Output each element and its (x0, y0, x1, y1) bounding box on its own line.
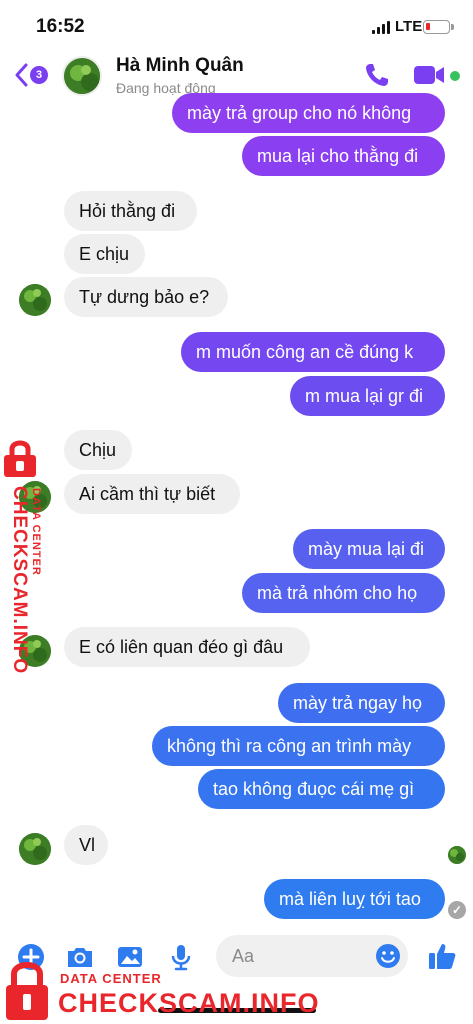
message-bubble-in[interactable]: E chịu (64, 234, 145, 274)
network-type: LTE (395, 18, 423, 35)
message-bubble-out[interactable]: mua lại cho thằng đi (242, 136, 445, 176)
message-bubble-in[interactable]: Ai cầm thì tự biết (64, 474, 240, 514)
message-bubble-out[interactable]: tao không đuọc cái mẹ gì (198, 769, 445, 809)
message-bubble-out[interactable]: không thì ra công an trình mày (152, 726, 445, 766)
message-bubble-in[interactable]: Hỏi thằng đi (64, 191, 197, 231)
message-bubble-in[interactable]: Vl (64, 825, 108, 865)
message-bubble-out[interactable]: m muốn công an cề đúng k (181, 332, 445, 372)
message-bubble-out[interactable]: mày trả group cho nó không (172, 93, 445, 133)
battery-icon (423, 20, 454, 34)
thumbs-up-icon[interactable] (426, 940, 458, 972)
message-bubble-out[interactable]: mà liên luỵ tới tao (264, 879, 445, 919)
message-bubble-in[interactable]: E có liên quan đéo gì đâu (64, 627, 310, 667)
message-bubble-out[interactable]: mày trả ngay họ (278, 683, 445, 723)
message-bubble-out[interactable]: mà trả nhóm cho họ (242, 573, 445, 613)
lock-icon (4, 440, 36, 477)
image-icon[interactable] (115, 942, 145, 972)
signal-icon (372, 21, 390, 34)
sent-check-icon: ✓ (448, 901, 466, 919)
status-time: 16:52 (36, 16, 85, 37)
phone-icon[interactable] (364, 62, 392, 88)
active-status-dot (450, 71, 460, 81)
status-bar: 16:52 LTE (0, 0, 473, 50)
contact-avatar[interactable] (62, 56, 102, 96)
sender-avatar[interactable] (19, 284, 51, 316)
watermark-brand-vertical: CHECKSCAM.INFO (9, 486, 30, 675)
watermark-sub: DATA CENTER (60, 971, 162, 986)
watermark-sub-vertical: DATA CENTER (30, 488, 42, 576)
message-bubble-in[interactable]: Chịu (64, 430, 132, 470)
camera-icon[interactable] (65, 942, 95, 972)
message-bubble-out[interactable]: mày mua lại đi (293, 529, 445, 569)
emoji-icon[interactable] (375, 943, 401, 969)
message-bubble-in[interactable]: Tự dưng bảo e? (64, 277, 228, 317)
seen-indicator-avatar (448, 846, 466, 864)
back-chevron-icon (15, 63, 28, 87)
unread-count-badge: 3 (30, 66, 48, 84)
lock-icon (6, 962, 48, 1020)
video-camera-icon[interactable] (413, 64, 445, 86)
contact-name[interactable]: Hà Minh Quân (116, 55, 244, 77)
sender-avatar[interactable] (19, 833, 51, 865)
watermark-brand: CHECKSCAM.INFO (58, 988, 320, 1018)
message-bubble-out[interactable]: m mua lại gr đi (290, 376, 445, 416)
microphone-icon[interactable] (166, 942, 196, 972)
back-button[interactable]: 3 (14, 62, 52, 88)
